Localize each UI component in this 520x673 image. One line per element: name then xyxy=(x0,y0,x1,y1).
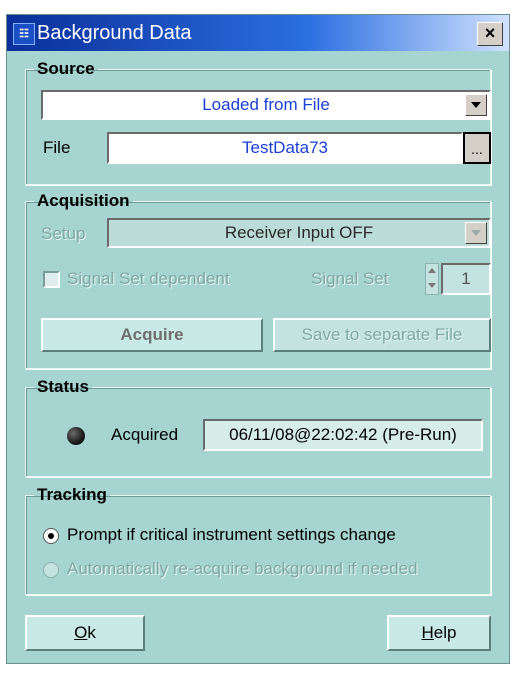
file-name-field[interactable]: TestData73 xyxy=(107,132,463,164)
ok-button[interactable]: Ok xyxy=(25,615,145,651)
signal-set-spinner-arrows[interactable] xyxy=(425,263,439,295)
acquire-button[interactable]: Acquire xyxy=(41,318,263,352)
help-button[interactable]: Help xyxy=(387,615,491,651)
close-button[interactable]: × xyxy=(477,22,503,46)
auto-reacquire-radio[interactable] xyxy=(43,562,59,578)
chevron-down-icon[interactable] xyxy=(465,94,487,116)
help-button-mnemonic: H xyxy=(421,623,434,642)
app-logo-icon: ☷ xyxy=(13,23,35,45)
ok-button-label: k xyxy=(87,623,96,642)
dialog-title: Background Data xyxy=(37,22,192,44)
spinner-down-icon[interactable] xyxy=(428,283,436,288)
acquisition-legend: Acquisition xyxy=(37,191,130,210)
signal-set-label: Signal Set xyxy=(311,269,389,288)
chevron-down-icon[interactable] xyxy=(465,222,487,244)
save-to-separate-file-button[interactable]: Save to separate File xyxy=(273,318,491,352)
setup-value: Receiver Input OFF xyxy=(224,223,374,242)
signal-set-dependent-label: Signal Set dependent xyxy=(67,269,230,288)
signal-set-input[interactable]: 1 xyxy=(441,263,491,295)
source-group: Source xyxy=(25,59,491,185)
tracking-legend: Tracking xyxy=(37,485,107,504)
ok-button-mnemonic: O xyxy=(74,623,88,642)
source-mode-dropdown[interactable]: Loaded from File xyxy=(41,90,491,120)
source-legend: Source xyxy=(37,59,95,78)
setup-label: Setup xyxy=(41,224,86,243)
spinner-up-icon[interactable] xyxy=(428,268,436,273)
status-indicator-light xyxy=(67,427,85,445)
title-bar[interactable]: ☷ Background Data × xyxy=(7,15,509,51)
auto-reacquire-label[interactable]: Automatically re-acquire background if n… xyxy=(67,559,418,579)
prompt-on-change-label[interactable]: Prompt if critical instrument settings c… xyxy=(67,525,396,545)
setup-dropdown[interactable]: Receiver Input OFF xyxy=(107,218,491,248)
acquired-timestamp-field: 06/11/08@22:02:42 (Pre-Run) xyxy=(203,419,483,451)
prompt-on-change-radio[interactable] xyxy=(43,528,59,544)
signal-set-dependent-checkbox[interactable] xyxy=(43,271,60,288)
background-data-dialog: ☷ Background Data × Source Loaded from F… xyxy=(6,14,510,664)
status-legend: Status xyxy=(37,377,89,396)
source-mode-value: Loaded from File xyxy=(202,95,330,114)
file-label: File xyxy=(43,138,71,157)
browse-file-button[interactable]: ... xyxy=(463,132,491,164)
status-state-label: Acquired xyxy=(111,425,179,444)
help-button-label: elp xyxy=(433,623,457,642)
